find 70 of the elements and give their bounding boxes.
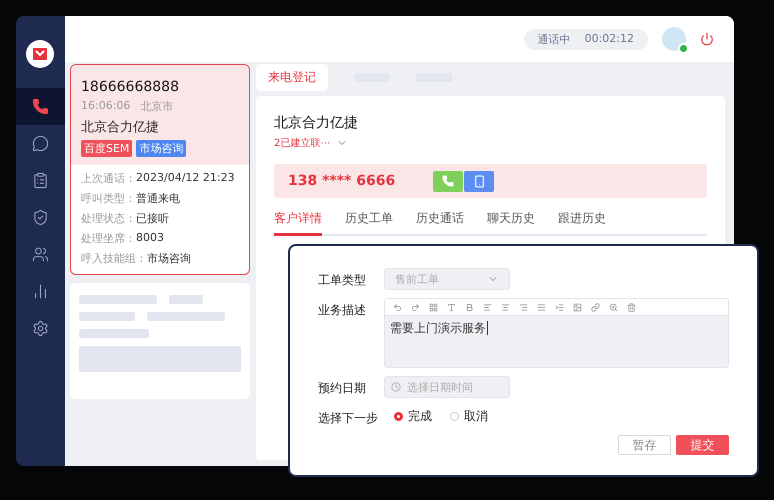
contacts-link[interactable]: 2已建立联⋯ xyxy=(274,136,330,150)
radio-option[interactable]: 取消 xyxy=(450,408,488,425)
field-label: 呼入技能组： xyxy=(81,251,147,266)
clock-icon xyxy=(391,382,401,392)
submit-button[interactable]: 提交 xyxy=(676,435,729,455)
customer-name: 北京合力亿捷 xyxy=(274,114,359,132)
description-editor[interactable]: 需要上门演示服务 xyxy=(384,298,729,368)
power-icon[interactable] xyxy=(700,32,714,46)
caller-card[interactable]: 18666668888 16:06:06 北京市 北京合力亿捷 百度SEM 市场咨询 上次通话：2023/04/12 21:23 呼叫类型：普通来电 处理状态：已接听 处理坐席：8003 呼入技能组：市场咨询 xyxy=(70,64,250,275)
settings-icon xyxy=(32,320,49,337)
smartphone-icon xyxy=(472,174,486,188)
nav-item[interactable] xyxy=(16,88,65,125)
radio-icon[interactable] xyxy=(450,412,459,421)
undo-icon[interactable] xyxy=(393,302,402,312)
call-button[interactable] xyxy=(433,170,464,192)
field-label: 业务描述 xyxy=(318,302,367,319)
link-icon[interactable] xyxy=(591,302,600,312)
trash-icon[interactable] xyxy=(627,302,636,312)
tag: 市场咨询 xyxy=(136,140,186,157)
detail-tab[interactable]: 客户详情 xyxy=(274,206,322,236)
field-value: 8003 xyxy=(136,231,164,246)
field-value: 2023/04/12 21:23 xyxy=(136,171,235,186)
bold-icon[interactable] xyxy=(465,302,474,312)
redo-icon[interactable] xyxy=(411,302,420,312)
image-icon[interactable] xyxy=(573,302,582,312)
masked-phone: 138 **** 6666 xyxy=(288,173,396,189)
align-right-icon[interactable] xyxy=(519,302,528,312)
field-label: 预约日期 xyxy=(318,380,367,397)
detail-tab[interactable]: 跟进历史 xyxy=(558,206,606,236)
detail-tab[interactable]: 历史工单 xyxy=(345,206,393,236)
company-name: 北京合力亿捷 xyxy=(81,119,160,136)
zoom-in-icon[interactable] xyxy=(609,302,618,312)
field-value: 已接听 xyxy=(136,211,169,226)
users-icon xyxy=(32,246,49,263)
page-tab[interactable]: 来电登记 xyxy=(256,64,328,90)
shield-icon xyxy=(32,209,49,226)
field-value: 市场咨询 xyxy=(147,251,191,266)
logo-icon xyxy=(26,40,54,68)
clipboard-icon xyxy=(32,172,49,189)
field-label: 呼叫类型： xyxy=(81,191,136,206)
radio-icon[interactable] xyxy=(394,412,403,421)
caller-city: 北京市 xyxy=(140,99,174,114)
bar-chart-icon xyxy=(32,283,49,300)
field-label: 工单类型 xyxy=(318,272,367,289)
detail-tab[interactable]: 聊天历史 xyxy=(487,206,535,236)
chat-icon xyxy=(32,135,49,152)
phone-icon xyxy=(442,175,454,187)
call-timer: 00:02:12 xyxy=(584,32,634,46)
field-label: 处理状态： xyxy=(81,211,136,226)
detail-tab[interactable]: 历史通话 xyxy=(416,206,464,236)
avatar[interactable] xyxy=(662,27,686,51)
save-draft-button[interactable]: 暂存 xyxy=(618,435,671,455)
mobile-button[interactable] xyxy=(464,170,494,192)
field-label: 选择下一步 xyxy=(318,410,379,427)
caller-phone: 18666668888 xyxy=(81,79,180,95)
align-justify-icon[interactable] xyxy=(537,302,546,312)
field-label: 上次通话： xyxy=(81,171,136,186)
field-label: 处理坐席： xyxy=(81,231,136,246)
grid-icon[interactable] xyxy=(429,302,438,312)
indent-icon[interactable] xyxy=(555,302,564,312)
align-left-icon[interactable] xyxy=(483,302,492,312)
tag: 百度SEM xyxy=(81,140,132,157)
call-status: 通话中 xyxy=(538,32,571,46)
text-icon[interactable] xyxy=(447,302,456,312)
field-value: 普通来电 xyxy=(136,191,180,206)
call-time: 16:06:06 xyxy=(81,99,130,114)
description-text: 需要上门演示服务 xyxy=(389,320,489,337)
phone-icon xyxy=(32,98,49,115)
radio-option[interactable]: 完成 xyxy=(394,408,432,425)
align-center-icon[interactable] xyxy=(501,302,510,312)
